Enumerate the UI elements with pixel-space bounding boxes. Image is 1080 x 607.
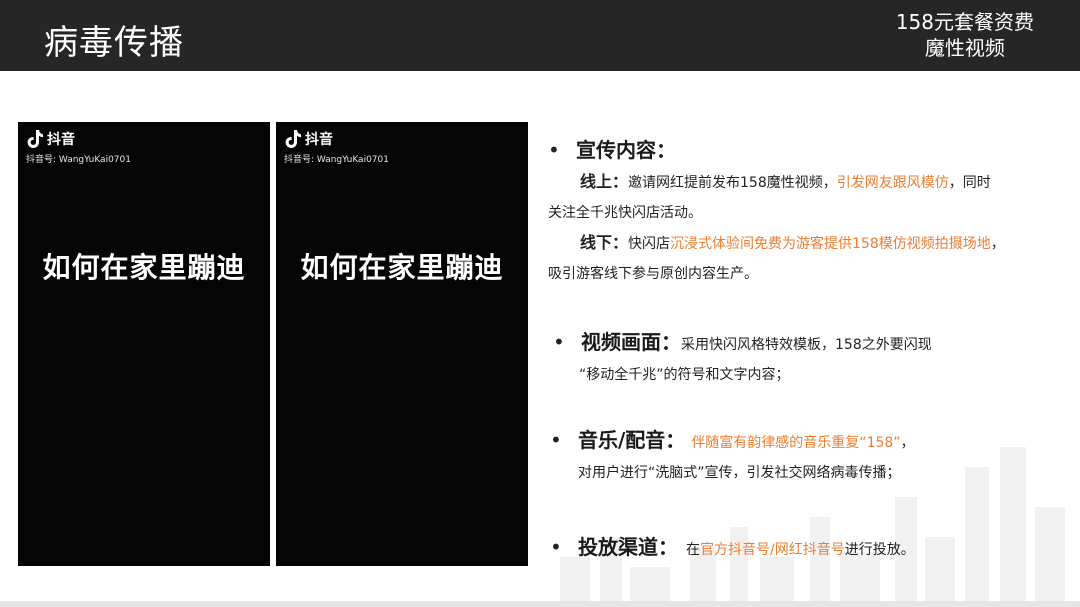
section-video: • 视频画面： 采用快闪风格特效模板，158之外要闪现 “移动全千兆”的符号和文… (553, 326, 1053, 390)
bullet-dot: • (550, 428, 562, 452)
video-frame-2: 抖音 抖音号: WangYuKai0701 如何在家里蹦迪 (276, 122, 528, 566)
bullet-dot: • (553, 330, 565, 354)
offline-text-3: 吸引游客线下参与原创内容生产。 (548, 266, 758, 282)
promo-offline-line: 线下：快闪店沉浸式体验间免费为游客提供158模仿视频拍摄场地， (548, 228, 1058, 259)
online-text-1: 邀请网红提前发布158魔性视频， (628, 175, 837, 191)
douyin-account-id: 抖音号: WangYuKai0701 (284, 155, 389, 165)
channel-highlight: 官方抖音号/网红抖音号 (700, 542, 845, 558)
section-promo: • 宣传内容： 线上：邀请网红提前发布158魔性视频，引发网友跟风模仿，同时 关… (548, 134, 1058, 289)
header-tag-line1: 158元套餐资费 (895, 10, 1034, 34)
music-text-2: 对用户进行“洗脑式”宣传，引发社交网络病毒传播； (578, 465, 901, 481)
offline-text-1: 快闪店 (628, 236, 671, 252)
header-tag: 158元套餐资费 魔性视频 (896, 9, 1034, 61)
section-title-music: 音乐/配音： (578, 428, 686, 452)
douyin-logo-text: 抖音 (47, 132, 75, 148)
bullet-dot: • (548, 138, 560, 162)
online-label: 线上： (580, 172, 629, 191)
bullet-dot: • (550, 535, 562, 559)
offline-text-2: ， (990, 236, 1005, 252)
channel-text-1: 在 (686, 542, 700, 558)
page-title: 病毒传播 (44, 23, 184, 63)
section-title-video: 视频画面： (581, 330, 681, 354)
douyin-logo: 抖音 (26, 129, 75, 149)
video-frame-1: 抖音 抖音号: WangYuKai0701 如何在家里蹦迪 (18, 122, 270, 566)
header-bar: 病毒传播 158元套餐资费 魔性视频 (0, 0, 1080, 71)
header-tag-line2: 魔性视频 (924, 36, 1005, 60)
promo-online-line: 线上：邀请网红提前发布158魔性视频，引发网友跟风模仿，同时 (548, 167, 1058, 198)
video-caption: 如何在家里蹦迪 (300, 251, 504, 284)
offline-label: 线下： (580, 233, 629, 252)
douyin-note-icon (285, 130, 301, 148)
online-highlight: 引发网友跟风模仿 (836, 175, 949, 191)
video-text-1: 采用快闪风格特效模板，158之外要闪现 (681, 337, 932, 353)
online-text-3: 关注全千兆快闪店活动。 (548, 205, 702, 221)
douyin-note-icon (27, 130, 43, 148)
section-channel: • 投放渠道： 在官方抖音号/网红抖音号 进行投放。 (550, 531, 1060, 565)
video-caption: 如何在家里蹦迪 (42, 251, 246, 284)
douyin-account-id: 抖音号: WangYuKai0701 (26, 155, 131, 165)
channel-text-2: 进行投放。 (844, 542, 915, 558)
music-text-end: ， (900, 435, 915, 451)
online-text-2: ，同时 (948, 175, 991, 191)
music-highlight: 伴随富有韵律感的音乐重复“158” (691, 435, 901, 451)
douyin-logo: 抖音 (284, 129, 333, 149)
section-title-channel: 投放渠道： (578, 535, 678, 559)
section-title-promo: 宣传内容： (576, 138, 676, 162)
douyin-logo-text: 抖音 (305, 132, 333, 148)
section-music: • 音乐/配音： 伴随富有韵律感的音乐重复“158”， 对用户进行“洗脑式”宣传… (550, 424, 1060, 488)
offline-highlight: 沉浸式体验间免费为游客提供158模仿视频拍摄场地 (670, 236, 991, 252)
video-text-2: “移动全千兆”的符号和文字内容； (579, 367, 790, 383)
